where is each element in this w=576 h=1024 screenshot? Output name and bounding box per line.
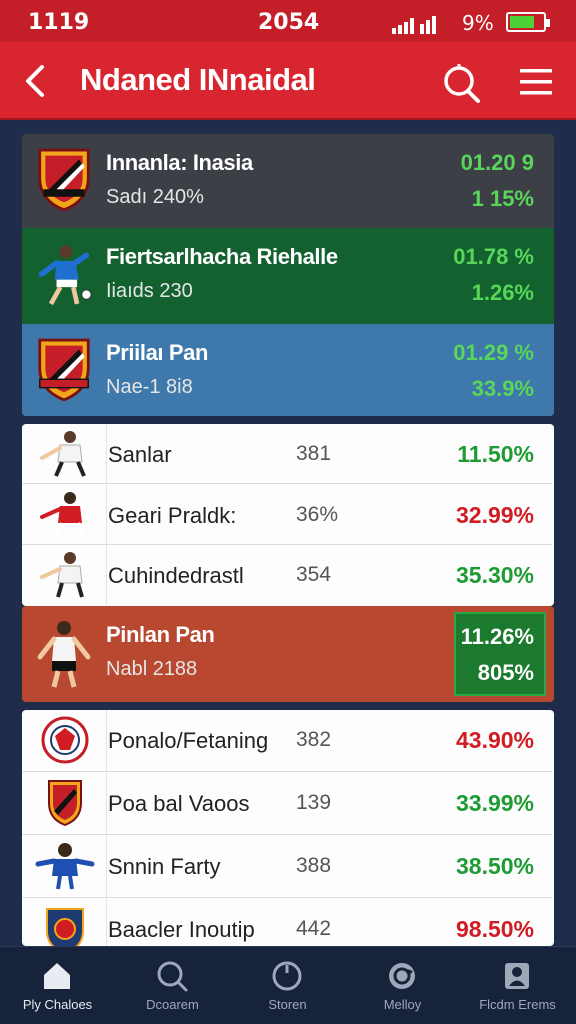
club-crest-icon: [38, 148, 90, 212]
list-item[interactable]: Sanlar 381 11.50%: [22, 424, 552, 484]
featured-stack: Innanla: Inasia Sadı 240% 01.20 9 1 15% …: [22, 134, 554, 416]
club-stat: 139: [296, 791, 332, 814]
featured-change: 1.26%: [471, 280, 534, 305]
search-icon: [157, 961, 188, 992]
app-bar: Ndaned INnaidal: [0, 42, 576, 120]
player-icon: [40, 492, 86, 538]
club-percent: 33.99%: [455, 790, 534, 816]
status-center-text: 2054: [258, 10, 320, 35]
nav-label: Flcdm Erems: [479, 997, 556, 1012]
battery-percent: 9%: [462, 11, 494, 35]
featured-sub: Nae-1 8i8: [106, 376, 193, 398]
nav-item-profile[interactable]: Flcdm Erems: [460, 947, 575, 1024]
club-crest-icon: [38, 338, 90, 402]
player-percent: 11.50%: [457, 441, 534, 467]
status-bar: 1119 2054 9%: [0, 0, 576, 42]
player-list: Sanlar 381 11.50% Geari Praldk: 36% 32.9…: [22, 424, 554, 606]
featured-sub: Sadı 240%: [106, 186, 204, 208]
club-percent: 98.50%: [455, 916, 534, 942]
featured-change: 1 15%: [471, 186, 534, 211]
divider: [106, 710, 107, 771]
list-item[interactable]: Ponalo/Fetaning 382 43.90%: [22, 710, 552, 772]
nav-label: Storen: [268, 997, 307, 1012]
signal-icon: [392, 16, 436, 34]
club-crest-icon: [46, 908, 84, 946]
highlight-name: Pinlan Pan: [106, 622, 215, 647]
featured-row[interactable]: Innanla: Inasia Sadı 240% 01.20 9 1 15%: [22, 134, 554, 228]
nav-item-search[interactable]: Dcoarem: [115, 947, 230, 1024]
nav-item-store[interactable]: Storen: [230, 947, 345, 1024]
player-icon: [40, 552, 84, 598]
list-item[interactable]: Poa bal Vaoos 139 33.99%: [22, 773, 552, 835]
nav-item-media[interactable]: Melloy: [345, 947, 460, 1024]
highlight-sub: Nabl 2188: [106, 658, 198, 680]
club-percent: 38.50%: [455, 853, 534, 879]
status-time: 1119: [28, 10, 90, 35]
club-name: Snnin Farty: [108, 854, 221, 879]
nav-label: Melloy: [383, 997, 422, 1012]
menu-icon[interactable]: [516, 62, 556, 102]
club-crest-icon: [48, 780, 82, 827]
club-stat: 442: [296, 917, 332, 940]
club-name: Poa bal Vaoos: [108, 791, 250, 816]
featured-change: 33.9%: [471, 376, 534, 401]
search-icon[interactable]: [440, 60, 484, 104]
player-icon: [35, 843, 95, 890]
home-icon: [44, 963, 70, 989]
club-list: Ponalo/Fetaning 382 43.90% Poa bal Vaoos…: [22, 710, 554, 946]
divider: [106, 545, 107, 605]
refresh-icon: [389, 963, 415, 989]
player-icon: [37, 621, 91, 688]
player-percent: 35.30%: [455, 562, 534, 588]
list-item[interactable]: Baacler Inoutip 442 98.50%: [22, 899, 552, 946]
highlight-value: 11.26%: [460, 624, 534, 649]
divider: [106, 485, 107, 544]
featured-value: 01.29 %: [453, 340, 534, 365]
club-name: Baacler Inoutip: [108, 917, 255, 942]
nav-label: Ply Chaloes: [22, 997, 93, 1012]
featured-name: Priilaı Pan: [106, 340, 208, 365]
club-badge-icon: [41, 716, 89, 764]
club-stat: 388: [296, 854, 332, 877]
divider: [106, 899, 107, 946]
divider: [106, 773, 107, 834]
highlight-row[interactable]: Pinlan Pan Nabl 2188 11.26% 805%: [22, 606, 554, 702]
player-name: Cuhindedrastl: [108, 563, 244, 588]
featured-name: Innanla: Inasia: [106, 150, 253, 175]
player-percent: 32.99%: [455, 502, 534, 528]
featured-row[interactable]: Fiertsarlhacha Riehalle Iiaıds 230 01.78…: [22, 228, 554, 324]
bottom-navigation: Ply Chaloes Dcoarem Storen Melloy Flcdm …: [0, 946, 576, 1024]
player-icon: [40, 431, 86, 477]
featured-name: Fiertsarlhacha Riehalle: [106, 244, 338, 269]
player-icon: [38, 245, 92, 306]
player-stat: 36%: [296, 503, 339, 526]
player-stat: 354: [296, 563, 332, 586]
player-name: Sanlar: [108, 442, 172, 467]
highlight-change: 805%: [477, 660, 534, 685]
battery-icon: [506, 12, 550, 32]
divider: [106, 836, 107, 897]
nav-label: Dcoarem: [146, 997, 199, 1012]
featured-row[interactable]: Priilaı Pan Nae-1 8i8 01.29 % 33.9%: [22, 324, 554, 416]
player-name: Geari Praldk:: [108, 503, 237, 528]
featured-value: 01.20 9: [460, 150, 534, 175]
featured-value: 01.78 %: [453, 244, 534, 269]
featured-sub: Iiaıds 230: [106, 280, 193, 302]
page-title: Ndaned INnaidal: [80, 62, 316, 97]
club-percent: 43.90%: [455, 727, 534, 753]
profile-icon: [505, 963, 529, 989]
club-name: Ponalo/Fetaning: [108, 728, 269, 753]
list-item[interactable]: Cuhindedrastl 354 35.30%: [22, 545, 552, 605]
circle-icon: [272, 961, 302, 991]
list-item[interactable]: Snnin Farty 388 38.50%: [22, 836, 552, 898]
player-stat: 381: [296, 442, 332, 465]
club-stat: 382: [296, 728, 332, 751]
nav-item-home[interactable]: Ply Chaloes: [0, 947, 115, 1024]
divider: [106, 424, 107, 483]
list-item[interactable]: Geari Praldk: 36% 32.99%: [22, 485, 552, 545]
back-arrow-icon[interactable]: [18, 59, 54, 103]
